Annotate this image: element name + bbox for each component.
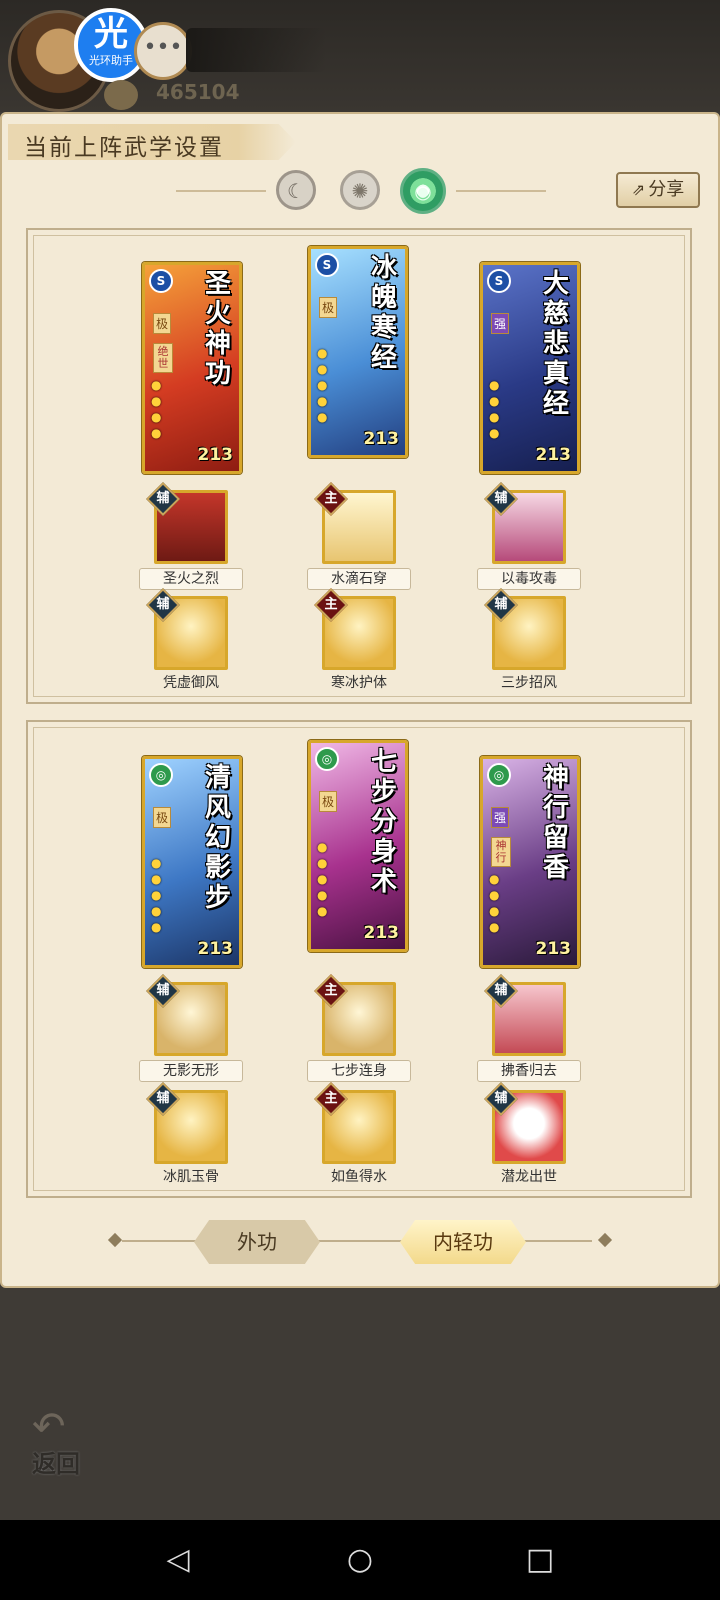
martial-card[interactable]: S 强 大慈悲真经 ● ● ● ● 213 xyxy=(480,262,580,474)
card-title: 七步分身术 xyxy=(370,747,397,897)
martial-card[interactable]: S 极 冰魄寒经 ● ● ● ● ● 213 xyxy=(308,246,408,458)
skill-icon[interactable]: 辅 xyxy=(484,588,566,670)
nav-home-icon[interactable]: ○ xyxy=(340,1540,380,1580)
drop-icons: ● ● ● ● ● xyxy=(151,856,162,934)
card-title: 冰魄寒经 xyxy=(370,253,397,373)
martial-card[interactable]: ◎ 极 清风幻影步 ● ● ● ● ● 213 xyxy=(142,756,242,968)
player-name-blurred xyxy=(186,28,326,72)
skill-label: 潜龙出世 xyxy=(501,1169,557,1185)
rank-s-icon: S xyxy=(487,269,511,293)
jade-rank-icon: ◎ xyxy=(149,763,173,787)
skill-label: 凭虚御风 xyxy=(163,675,219,691)
skill-icon[interactable]: 主 xyxy=(314,1082,396,1164)
skill-icon[interactable]: 辅 xyxy=(146,974,228,1056)
skill-icon[interactable]: 主 xyxy=(314,588,396,670)
rank-s-icon: S xyxy=(315,253,339,277)
jade-rank-icon: ◎ xyxy=(487,763,511,787)
drop-icons: ● ● ● ● xyxy=(151,378,162,440)
skill-icon[interactable]: 辅 xyxy=(146,482,228,564)
skill-icon[interactable]: 辅 xyxy=(484,974,566,1056)
card-title: 神行留香 xyxy=(542,763,569,883)
skill-label: 无影无形 xyxy=(139,1060,243,1082)
skill-icon[interactable]: 主 xyxy=(314,482,396,564)
nav-back-icon[interactable]: ◁ xyxy=(158,1540,198,1580)
chat-icon[interactable]: ••• xyxy=(134,22,192,80)
player-bar: 光 光环助手 ••• 465104 xyxy=(0,0,720,112)
back-label: 返回 xyxy=(32,1449,80,1478)
skill-label: 七步连身 xyxy=(307,1060,411,1082)
card-level: 213 xyxy=(197,445,234,465)
martial-card[interactable]: ◎ 极 七步分身术 ● ● ● ● ● 213 xyxy=(308,740,408,952)
card-tag-secondary: 神行 xyxy=(491,837,511,867)
card-tag: 极 xyxy=(153,313,172,334)
skill-label: 拂香归去 xyxy=(477,1060,581,1082)
page-title: 当前上阵武学设置 xyxy=(24,135,224,161)
combat-power: 465104 xyxy=(156,80,240,104)
drop-icons: ● ● ● ● ● xyxy=(317,840,328,918)
rank-s-icon: S xyxy=(149,269,173,293)
skill-label: 三步招风 xyxy=(501,675,557,691)
skill-label: 水滴石穿 xyxy=(307,568,411,590)
jade-rank-icon: ◎ xyxy=(315,747,339,771)
share-icon: ⇗ xyxy=(631,180,646,199)
card-title: 大慈悲真经 xyxy=(542,269,569,419)
tab-outer-skill[interactable]: 外功 xyxy=(194,1220,320,1264)
share-label: 分享 xyxy=(648,179,685,200)
drop-icons: ● ● ● ● ● xyxy=(317,346,328,424)
card-tag: 极 xyxy=(319,791,338,812)
jade-mode-icon[interactable]: ◉ xyxy=(400,168,446,214)
skill-label: 如鱼得水 xyxy=(331,1169,387,1185)
rank-emblem-icon xyxy=(104,80,138,110)
card-level: 213 xyxy=(363,429,400,449)
moon-mode-icon[interactable]: ☾ xyxy=(276,170,316,210)
skill-icon[interactable]: 辅 xyxy=(484,482,566,564)
system-nav-bar: ◁ ○ □ xyxy=(0,1520,720,1600)
skill-label: 以毒攻毒 xyxy=(477,568,581,590)
card-tag-secondary: 绝世 xyxy=(153,343,173,373)
card-title: 清风幻影步 xyxy=(204,763,231,913)
card-tag: 极 xyxy=(153,807,172,828)
martial-card[interactable]: S 极 绝世 圣火神功 ● ● ● ● 213 xyxy=(142,262,242,474)
drop-icons: ● ● ● ● xyxy=(489,872,500,934)
skill-icon[interactable]: 辅 xyxy=(146,588,228,670)
card-tag: 强 xyxy=(491,807,510,828)
skill-label: 圣火之烈 xyxy=(139,568,243,590)
share-button[interactable]: ⇗ 分享 xyxy=(616,172,700,208)
skill-icon[interactable]: 辅 xyxy=(146,1082,228,1164)
mode-divider-right xyxy=(456,190,546,192)
skill-label: 冰肌玉骨 xyxy=(163,1169,219,1185)
skill-label: 寒冰护体 xyxy=(331,675,387,691)
mode-divider-left xyxy=(176,190,266,192)
card-level: 213 xyxy=(197,939,234,959)
card-tag: 极 xyxy=(319,297,338,318)
sun-mode-icon[interactable]: ✺ xyxy=(340,170,380,210)
card-level: 213 xyxy=(535,445,572,465)
back-button[interactable]: ↶ 返回 xyxy=(26,1404,102,1478)
tab-inner-skill[interactable]: 内轻功 xyxy=(400,1220,526,1264)
card-level: 213 xyxy=(535,939,572,959)
card-title: 圣火神功 xyxy=(204,269,231,389)
martial-card[interactable]: ◎ 强 神行 神行留香 ● ● ● ● 213 xyxy=(480,756,580,968)
skill-icon[interactable]: 主 xyxy=(314,974,396,1056)
drop-icons: ● ● ● ● xyxy=(489,378,500,440)
nav-recents-icon[interactable]: □ xyxy=(520,1540,560,1580)
card-tag: 强 xyxy=(491,313,510,334)
skill-icon[interactable]: 辅 xyxy=(484,1082,566,1164)
card-level: 213 xyxy=(363,923,400,943)
